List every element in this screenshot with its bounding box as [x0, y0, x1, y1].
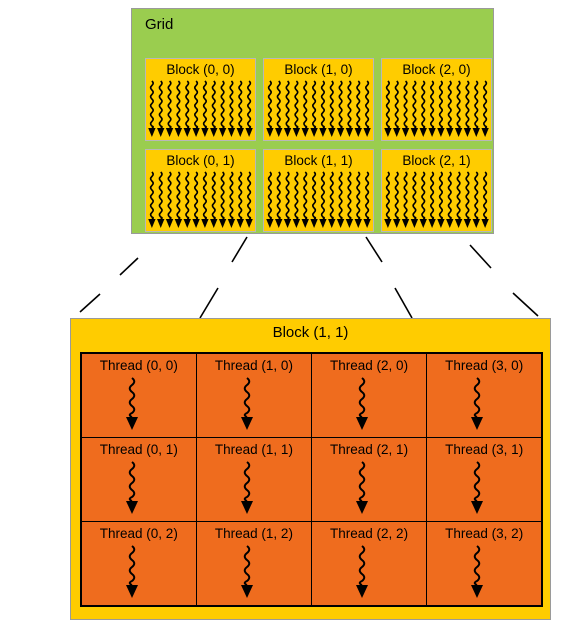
grid-block-2-0: Block (2, 0): [381, 58, 492, 141]
thread-cell-2-1: Thread (2, 1): [312, 438, 426, 521]
thread-cell-2-0: Thread (2, 0): [312, 354, 426, 437]
thread-cell-3-2: Thread (3, 2): [427, 522, 541, 605]
grid-block-label: Block (1, 1): [284, 153, 353, 168]
connector-segment-1: [79, 293, 101, 313]
block-thread-squiggles-icon: [384, 80, 489, 137]
thread-cell-0-2: Thread (0, 2): [82, 522, 196, 605]
grid-block-label: Block (0, 0): [166, 62, 235, 77]
thread-table: Thread (0, 0) Thread (1, 0) Thread (2, 0) T…: [80, 352, 543, 607]
thread-execution-arrow-icon: [241, 545, 254, 599]
connector-segment-0: [119, 257, 139, 276]
thread-execution-arrow-icon: [471, 461, 484, 515]
thread-execution-arrow-icon: [126, 545, 138, 599]
connector-segment-7: [512, 292, 539, 317]
grid-block-0-1: Block (0, 1): [145, 149, 256, 232]
thread-cell-3-0: Thread (3, 0): [427, 354, 541, 437]
block-thread-squiggles-icon: [148, 171, 253, 228]
connector-segment-2: [231, 236, 248, 263]
thread-label: Thread (0, 0): [99, 358, 178, 373]
thread-label: Thread (2, 0): [330, 358, 409, 373]
thread-cell-1-0: Thread (1, 0): [197, 354, 311, 437]
connector-segment-5: [394, 287, 413, 319]
block-row-1: Block (0, 1) Block (1, 1) Block (2, 1): [145, 149, 492, 232]
thread-label: Thread (1, 0): [214, 358, 293, 373]
block-thread-squiggles-icon: [384, 171, 489, 228]
connector-segment-3: [199, 287, 219, 319]
thread-execution-arrow-icon: [356, 545, 369, 599]
grid-block-label: Block (1, 0): [284, 62, 353, 77]
grid-block-1-1: Block (1, 1): [263, 149, 374, 232]
thread-cell-0-0: Thread (0, 0): [82, 354, 196, 437]
connector-segment-4: [365, 236, 383, 263]
grid-block-2-1: Block (2, 1): [381, 149, 492, 232]
thread-label: Thread (1, 1): [214, 442, 293, 458]
grid-block-label: Block (2, 1): [402, 153, 471, 168]
thread-cell-1-1: Thread (1, 1): [197, 438, 311, 521]
grid-block-1-0: Block (1, 0): [263, 58, 374, 141]
grid-block-label: Block (0, 1): [166, 153, 235, 168]
grid-block-0-0: Block (0, 0): [145, 58, 256, 141]
thread-cell-0-1: Thread (0, 1): [82, 438, 196, 521]
block-thread-squiggles-icon: [266, 80, 371, 137]
thread-label: Thread (1, 2): [214, 526, 293, 542]
grid-container: Grid Block (0, 0) Block (1, 0) Block (2, 0…: [131, 8, 494, 234]
diagram-canvas: Grid Block (0, 0) Block (1, 0) Block (2, 0…: [0, 0, 585, 630]
thread-execution-arrow-icon: [356, 461, 369, 515]
thread-label: Thread (2, 2): [330, 526, 409, 542]
thread-label: Thread (3, 0): [445, 358, 524, 373]
connector-segment-6: [469, 244, 492, 269]
thread-execution-arrow-icon: [356, 377, 369, 430]
thread-label: Thread (3, 2): [445, 526, 524, 542]
thread-execution-arrow-icon: [471, 545, 484, 599]
thread-label: Thread (0, 1): [99, 442, 178, 458]
thread-execution-arrow-icon: [471, 377, 484, 430]
thread-cell-2-2: Thread (2, 2): [312, 522, 426, 605]
thread-execution-arrow-icon: [241, 461, 254, 515]
thread-cell-3-1: Thread (3, 1): [427, 438, 541, 521]
thread-cell-1-2: Thread (1, 2): [197, 522, 311, 605]
thread-execution-arrow-icon: [126, 461, 138, 515]
thread-execution-arrow-icon: [241, 377, 254, 430]
block-thread-squiggles-icon: [148, 80, 253, 137]
thread-execution-arrow-icon: [126, 377, 138, 430]
thread-label: Thread (0, 2): [99, 526, 178, 542]
thread-label: Thread (2, 1): [330, 442, 409, 458]
grid-title: Grid: [145, 16, 174, 33]
block-detail-title: Block (1, 1): [272, 324, 349, 341]
block-row-0: Block (0, 0) Block (1, 0) Block (2, 0): [145, 58, 492, 141]
grid-block-label: Block (2, 0): [402, 62, 471, 77]
block-thread-squiggles-icon: [266, 171, 371, 228]
block-detail-container: Block (1, 1) Thread (0, 0) Thread (1, 0) T…: [70, 318, 551, 620]
thread-label: Thread (3, 1): [445, 442, 524, 458]
